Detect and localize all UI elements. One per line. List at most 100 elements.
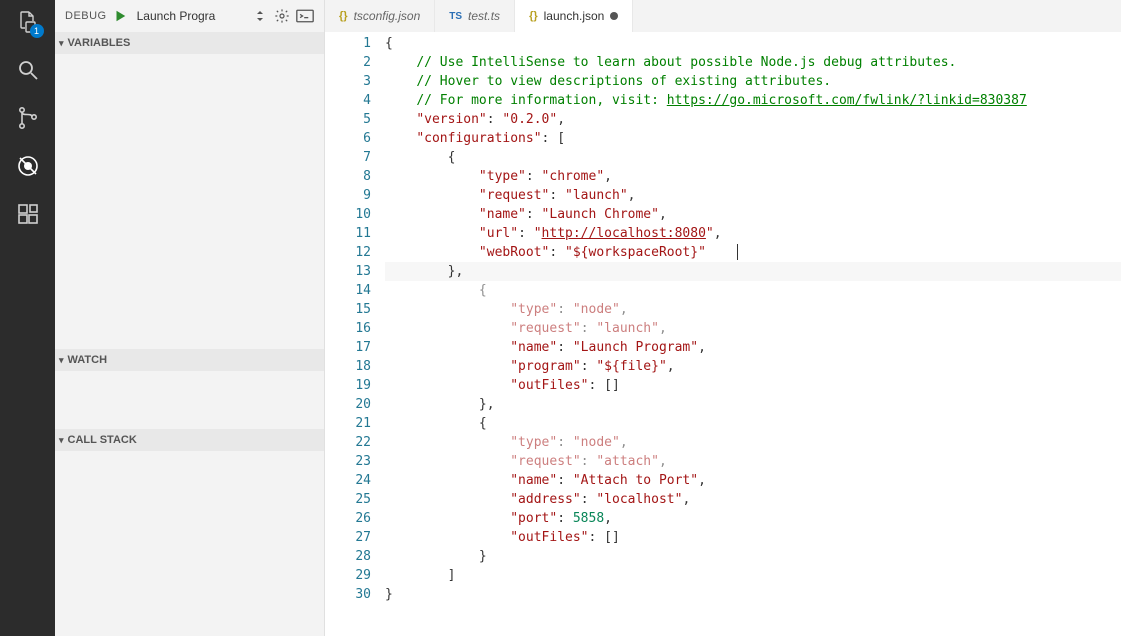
token-punc: {: [385, 416, 487, 431]
code-line[interactable]: "type": "node",: [385, 433, 1121, 452]
token-punc: },: [385, 397, 495, 412]
token-comment: // For more information, visit:: [416, 93, 666, 108]
token-punc: :: [557, 340, 573, 355]
code-line[interactable]: {: [385, 148, 1121, 167]
code-line[interactable]: // For more information, visit: https://…: [385, 91, 1121, 110]
watch-label: WATCH: [68, 354, 108, 366]
line-number: 15: [325, 300, 371, 319]
code-line[interactable]: // Hover to view descriptions of existin…: [385, 72, 1121, 91]
code-line[interactable]: }: [385, 585, 1121, 604]
token-key: "type": [479, 169, 526, 184]
code-line[interactable]: "webRoot": "${workspaceRoot}": [385, 243, 1121, 262]
code-line[interactable]: "request": "launch",: [385, 186, 1121, 205]
code-editor[interactable]: 1234567891011121314151617181920212223242…: [325, 32, 1121, 636]
debug-config-select[interactable]: Launch Progra: [133, 7, 268, 25]
token-punc: ]: [385, 568, 455, 583]
variables-section-header[interactable]: ▾ VARIABLES: [55, 32, 324, 54]
line-number: 22: [325, 433, 371, 452]
extensions-icon[interactable]: [14, 200, 42, 228]
token-punc: [385, 435, 510, 450]
line-number: 28: [325, 547, 371, 566]
code-line[interactable]: "url": "http://localhost:8080",: [385, 224, 1121, 243]
token-punc: :: [526, 207, 542, 222]
line-number: 14: [325, 281, 371, 300]
activity-bar: 1: [0, 0, 55, 636]
tab-launch-json[interactable]: {}launch.json: [515, 0, 633, 32]
code-line[interactable]: ]: [385, 566, 1121, 585]
token-str: "localhost": [596, 492, 682, 507]
token-punc: ,: [557, 112, 565, 127]
code-line[interactable]: "outFiles": []: [385, 528, 1121, 547]
token-punc: [385, 131, 416, 146]
explorer-icon[interactable]: 1: [14, 8, 42, 36]
line-number: 6: [325, 129, 371, 148]
code-line[interactable]: // Use IntelliSense to learn about possi…: [385, 53, 1121, 72]
code-line[interactable]: "version": "0.2.0",: [385, 110, 1121, 129]
code-line[interactable]: "name": "Launch Chrome",: [385, 205, 1121, 224]
line-number: 7: [325, 148, 371, 167]
token-punc: ,: [698, 340, 706, 355]
line-number: 9: [325, 186, 371, 205]
line-number: 24: [325, 471, 371, 490]
token-punc: ,: [604, 169, 612, 184]
token-punc: {: [385, 283, 487, 298]
code-line[interactable]: "program": "${file}",: [385, 357, 1121, 376]
variables-section-body: [55, 54, 324, 349]
code-line[interactable]: },: [385, 262, 1121, 281]
token-key: "version": [416, 112, 486, 127]
code-line[interactable]: "request": "launch",: [385, 319, 1121, 338]
token-punc: [385, 378, 510, 393]
line-number: 20: [325, 395, 371, 414]
code-content[interactable]: { // Use IntelliSense to learn about pos…: [385, 32, 1121, 636]
tab-test-ts[interactable]: TStest.ts: [435, 0, 515, 32]
token-punc: {: [385, 36, 393, 51]
code-line[interactable]: "name": "Launch Program",: [385, 338, 1121, 357]
token-punc: :: [557, 473, 573, 488]
debug-settings-button[interactable]: [274, 8, 290, 24]
line-number-gutter: 1234567891011121314151617181920212223242…: [325, 32, 385, 636]
token-punc: [385, 473, 510, 488]
line-number: 2: [325, 53, 371, 72]
line-number: 10: [325, 205, 371, 224]
start-debug-button[interactable]: [113, 9, 127, 23]
token-punc: [385, 321, 510, 336]
code-line[interactable]: }: [385, 547, 1121, 566]
search-icon[interactable]: [14, 56, 42, 84]
token-key: "webRoot": [479, 245, 549, 260]
code-line[interactable]: "type": "node",: [385, 300, 1121, 319]
debug-icon[interactable]: [14, 152, 42, 180]
token-key: "url": [479, 226, 518, 241]
code-line[interactable]: "outFiles": []: [385, 376, 1121, 395]
code-line[interactable]: {: [385, 34, 1121, 53]
debug-sidebar: DEBUG Launch Progra ▾ VARIABLES ▾ WATCH …: [55, 0, 325, 636]
token-str: "attach": [596, 454, 659, 469]
token-str: "Attach to Port": [573, 473, 698, 488]
source-control-icon[interactable]: [14, 104, 42, 132]
code-line[interactable]: {: [385, 414, 1121, 433]
file-type-icon: {}: [529, 10, 538, 22]
token-str: "launch": [565, 188, 628, 203]
token-str: "launch": [596, 321, 659, 336]
debug-console-button[interactable]: [296, 9, 314, 23]
file-type-icon: TS: [449, 11, 462, 22]
token-punc: ,: [682, 492, 690, 507]
code-line[interactable]: "request": "attach",: [385, 452, 1121, 471]
token-punc: [385, 245, 479, 260]
callstack-section-header[interactable]: ▾ CALL STACK: [55, 429, 324, 451]
token-link: https://go.microsoft.com/fwlink/?linkid=…: [667, 93, 1027, 108]
code-line[interactable]: {: [385, 281, 1121, 300]
code-line[interactable]: "address": "localhost",: [385, 490, 1121, 509]
code-line[interactable]: "configurations": [: [385, 129, 1121, 148]
tab-tsconfig-json[interactable]: {}tsconfig.json: [325, 0, 435, 32]
token-str: ": [534, 226, 542, 241]
chevron-down-icon: ▾: [59, 355, 64, 366]
code-line[interactable]: },: [385, 395, 1121, 414]
token-key: "outFiles": [510, 378, 588, 393]
explorer-badge: 1: [30, 24, 44, 38]
code-line[interactable]: "type": "chrome",: [385, 167, 1121, 186]
code-line[interactable]: "name": "Attach to Port",: [385, 471, 1121, 490]
code-line[interactable]: "port": 5858,: [385, 509, 1121, 528]
variables-label: VARIABLES: [68, 37, 131, 49]
token-punc: : []: [589, 530, 620, 545]
watch-section-header[interactable]: ▾ WATCH: [55, 349, 324, 371]
